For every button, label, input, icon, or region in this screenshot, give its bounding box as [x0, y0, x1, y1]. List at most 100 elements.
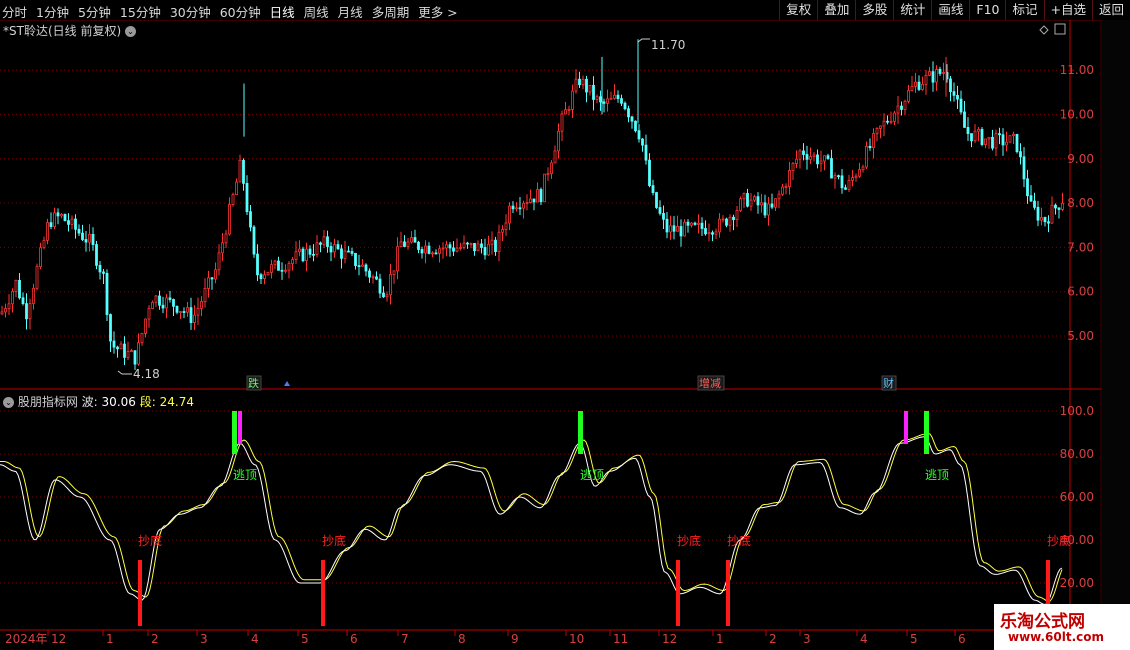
candle-body — [417, 241, 420, 250]
candle-body — [795, 158, 798, 164]
candle-body — [641, 138, 644, 146]
candle-body — [742, 193, 746, 200]
candle-body — [42, 239, 46, 249]
candle-body — [427, 245, 431, 254]
candle-body — [655, 192, 658, 208]
magenta-signal-bar — [238, 411, 242, 444]
candle-body — [245, 183, 249, 213]
indicator-axis-label: 60.00 — [1060, 490, 1094, 504]
candle-body — [210, 277, 214, 280]
signal-label: 逃顶 — [580, 468, 604, 482]
candle-body — [539, 189, 543, 203]
candle-body — [672, 225, 676, 232]
candle-body — [368, 270, 371, 278]
candle-body — [1061, 202, 1064, 210]
candle-body — [774, 198, 777, 208]
candle-body — [308, 248, 312, 255]
candle-body — [511, 205, 515, 210]
candle-body — [161, 304, 165, 309]
candle-body — [931, 71, 935, 83]
candle-body — [49, 222, 53, 227]
candle-body — [557, 130, 560, 152]
candle-body — [434, 252, 438, 255]
candle-body — [294, 251, 298, 260]
candle-body — [697, 222, 700, 225]
candle-body — [466, 242, 469, 245]
candle-body — [25, 303, 28, 320]
candle-body — [924, 74, 928, 85]
candle-body — [522, 202, 525, 209]
candle-body — [214, 269, 217, 280]
candle-body — [445, 244, 448, 249]
candle-body — [357, 265, 361, 268]
candle-body — [221, 242, 224, 254]
candle-body — [256, 253, 259, 276]
time-axis-label: 3 — [803, 632, 811, 646]
candle-body — [270, 264, 273, 273]
event-marker: 跌 — [248, 376, 259, 390]
candle-body — [581, 78, 585, 86]
candle-body — [441, 247, 445, 250]
candle-body — [1012, 133, 1015, 137]
candle-body — [718, 218, 721, 233]
candle-body — [973, 130, 977, 142]
candle-body — [263, 274, 266, 280]
candle-body — [305, 248, 308, 262]
candle-body — [336, 244, 340, 250]
candle-body — [585, 78, 588, 93]
candle-body — [298, 248, 301, 253]
candle-body — [7, 303, 11, 309]
candle-body — [109, 314, 112, 342]
candle-body — [987, 136, 991, 140]
candle-body — [151, 301, 154, 309]
candle-body — [431, 252, 434, 255]
candle-body — [830, 158, 833, 179]
signal-label: 抄底 — [677, 533, 701, 548]
time-axis-label: 2 — [769, 632, 777, 646]
candle-body — [1036, 206, 1040, 221]
candle-body — [630, 116, 634, 122]
candle-body — [116, 346, 119, 350]
candle-body — [1022, 156, 1026, 180]
price-axis-label: 7.00 — [1067, 240, 1094, 254]
signal-label: 抄底 — [727, 533, 751, 548]
candle-body — [326, 236, 329, 247]
candle-body — [497, 231, 501, 253]
candle-body — [508, 205, 511, 224]
candle-body — [676, 226, 679, 232]
candle-body — [634, 120, 637, 132]
candle-body — [399, 241, 403, 248]
candle-body — [606, 98, 609, 104]
buy-signal-bar — [138, 560, 142, 626]
candle-body — [378, 278, 382, 294]
candle-body — [700, 222, 704, 229]
candle-body — [462, 242, 466, 248]
candle-body — [875, 128, 879, 134]
candle-body — [140, 333, 144, 344]
candle-body — [186, 307, 189, 313]
candle-body — [469, 243, 473, 245]
candle-body — [553, 150, 557, 164]
sell-signal-bar — [924, 411, 929, 454]
candle-body — [854, 175, 858, 179]
candle-body — [266, 271, 270, 276]
candle-body — [32, 287, 35, 304]
candle-body — [518, 207, 522, 210]
candle-body — [980, 129, 984, 145]
price-axis-label: 10.00 — [1060, 108, 1094, 122]
wave-line — [0, 436, 1063, 605]
candle-body — [725, 218, 728, 226]
candle-body — [837, 175, 840, 178]
candle-body — [515, 207, 518, 210]
candle-body — [903, 100, 907, 110]
candle-body — [193, 314, 196, 324]
stock-chart-canvas[interactable]: 11.00 10.00 9.00 8.00 7.00 6.00 5.00 100.0 80.00… — [0, 0, 1130, 650]
candle-body — [690, 222, 693, 226]
candle-body — [448, 244, 452, 249]
candle-body — [0, 311, 4, 315]
price-axis-label: 5.00 — [1067, 329, 1094, 343]
candle-body — [770, 203, 774, 208]
candle-body — [543, 173, 546, 203]
candle-body — [280, 269, 284, 272]
time-axis-label: 4 — [251, 632, 259, 646]
